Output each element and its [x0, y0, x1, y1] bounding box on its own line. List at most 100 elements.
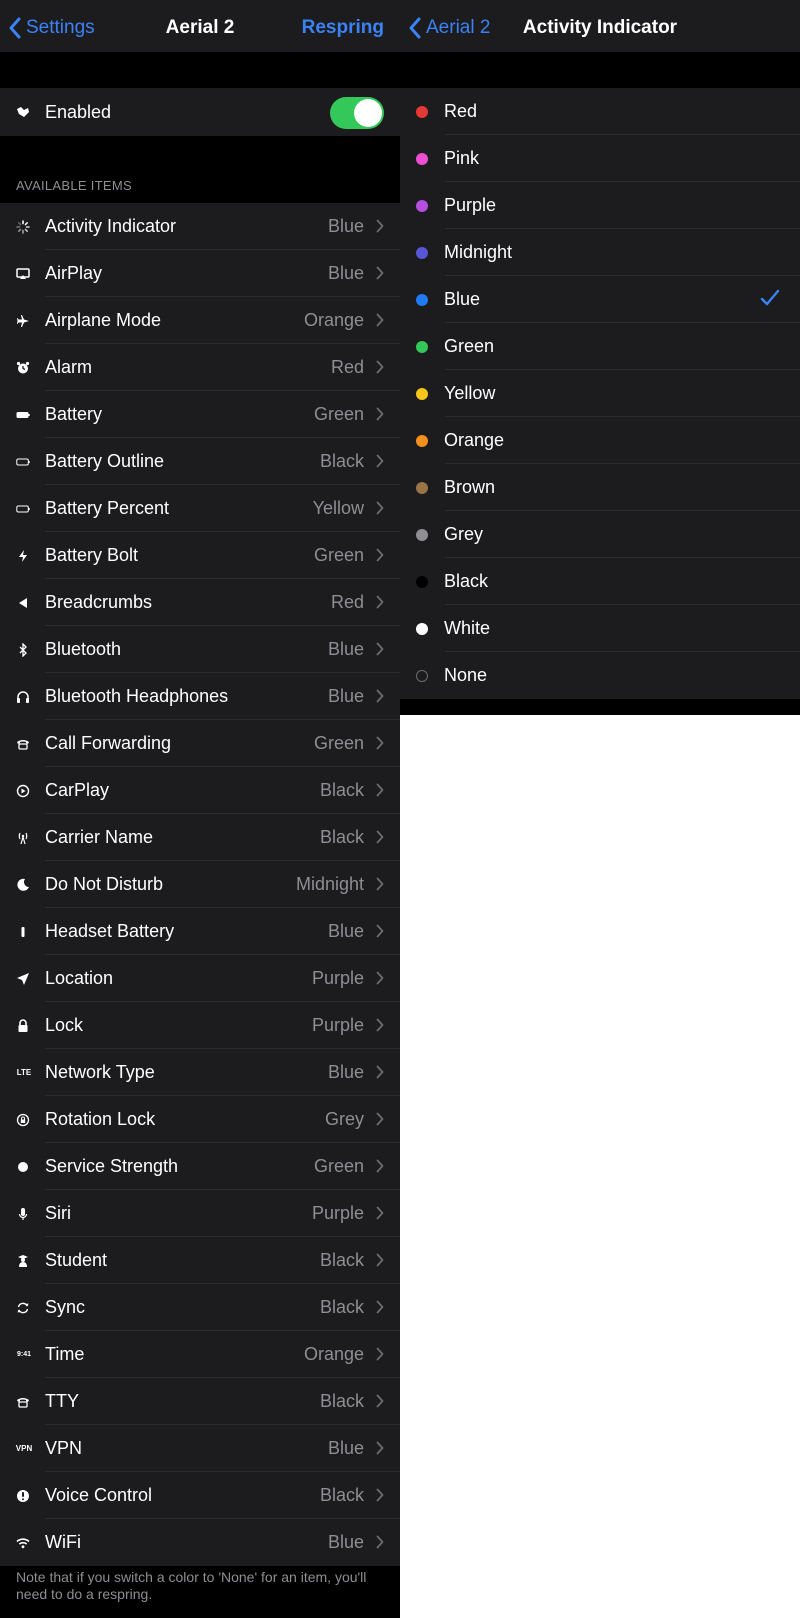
list-item[interactable]: Battery Outline Black	[0, 438, 400, 485]
footer-note: Note that if you switch a color to 'None…	[16, 1569, 367, 1602]
item-color-value: Blue	[327, 686, 364, 706]
color-option-red[interactable]: Red	[400, 88, 800, 135]
item-color-value: Grey	[324, 1109, 364, 1129]
item-label: Call Forwarding	[45, 733, 172, 753]
item-color-value: Green	[313, 545, 364, 565]
chevron-right-icon	[376, 266, 384, 285]
list-item[interactable]: WiFi Blue	[0, 1519, 400, 1566]
color-option-pink[interactable]: Pink	[400, 135, 800, 182]
list-item[interactable]: Bluetooth Headphones Blue	[0, 673, 400, 720]
color-swatch-icon	[416, 199, 428, 212]
item-color-value: Purple	[311, 1203, 364, 1223]
item-label: Service Strength	[45, 1156, 179, 1176]
color-label: Pink	[444, 148, 480, 168]
item-label: Battery Percent	[45, 498, 170, 518]
list-item[interactable]: Service Strength Green	[0, 1143, 400, 1190]
list-item[interactable]: Bluetooth Blue	[0, 626, 400, 673]
color-option-yellow[interactable]: Yellow	[400, 370, 800, 417]
item-label: Alarm	[45, 357, 93, 377]
item-label: Airplane Mode	[45, 310, 162, 330]
item-label: Sync	[45, 1297, 86, 1317]
list-item[interactable]: VPN VPN Blue	[0, 1425, 400, 1472]
enabled-label: Enabled	[45, 101, 112, 122]
list-item[interactable]: Breadcrumbs Red	[0, 579, 400, 626]
chevron-right-icon	[376, 783, 384, 802]
item-color-value: Blue	[327, 263, 364, 283]
battery-percent-icon	[16, 502, 30, 516]
list-item[interactable]: Call Forwarding Green	[0, 720, 400, 767]
color-swatch-icon	[416, 669, 428, 682]
checkmark-icon	[760, 289, 780, 312]
item-color-value: Orange	[303, 1344, 364, 1364]
chevron-right-icon	[376, 1065, 384, 1084]
item-label: TTY	[45, 1391, 79, 1411]
color-option-black[interactable]: Black	[400, 558, 800, 605]
list-item[interactable]: Headset Battery Blue	[0, 908, 400, 955]
item-label: Bluetooth	[45, 639, 122, 659]
item-label: Location	[45, 968, 114, 988]
item-color-value: Black	[319, 827, 364, 847]
color-option-purple[interactable]: Purple	[400, 182, 800, 229]
color-option-white[interactable]: White	[400, 605, 800, 652]
list-item[interactable]: Battery Bolt Green	[0, 532, 400, 579]
list-item[interactable]: Battery Green	[0, 391, 400, 438]
item-label: Time	[45, 1344, 85, 1364]
list-item[interactable]: Battery Percent Yellow	[0, 485, 400, 532]
list-item[interactable]: Airplane Mode Orange	[0, 297, 400, 344]
list-item[interactable]: Location Purple	[0, 955, 400, 1002]
color-option-blue[interactable]: Blue	[400, 276, 800, 323]
list-item[interactable]: Student Black	[0, 1237, 400, 1284]
item-color-value: Purple	[311, 968, 364, 988]
color-swatch-icon	[416, 293, 428, 306]
color-option-midnight[interactable]: Midnight	[400, 229, 800, 276]
color-option-green[interactable]: Green	[400, 323, 800, 370]
respring-button[interactable]: Respring	[302, 0, 384, 56]
carplay-icon	[16, 784, 30, 798]
list-item[interactable]: TTY Black	[0, 1378, 400, 1425]
chevron-right-icon	[376, 1441, 384, 1460]
item-color-value: Black	[319, 451, 364, 471]
headphones-icon	[16, 690, 30, 704]
color-picker-panel: Aerial 2 Activity Indicator Red Pink Purpl…	[400, 0, 800, 715]
item-label: AirPlay	[45, 263, 103, 283]
chevron-right-icon	[376, 1535, 384, 1554]
color-swatch-icon	[416, 575, 428, 588]
color-option-none[interactable]: None	[400, 652, 800, 699]
color-label: None	[444, 665, 488, 685]
time-icon: 9:41	[16, 1351, 31, 1358]
color-option-brown[interactable]: Brown	[400, 464, 800, 511]
chevron-right-icon	[376, 360, 384, 379]
item-color-value: Blue	[327, 216, 364, 236]
list-item[interactable]: Sync Black	[0, 1284, 400, 1331]
list-item[interactable]: Activity Indicator Blue	[0, 203, 400, 250]
list-item[interactable]: AirPlay Blue	[0, 250, 400, 297]
item-color-value: Black	[319, 1297, 364, 1317]
list-item[interactable]: 9:41 Time Orange	[0, 1331, 400, 1378]
color-option-grey[interactable]: Grey	[400, 511, 800, 558]
chevron-right-icon	[376, 313, 384, 332]
list-item[interactable]: CarPlay Black	[0, 767, 400, 814]
list-item[interactable]: Do Not Disturb Midnight	[0, 861, 400, 908]
list-item[interactable]: Alarm Red	[0, 344, 400, 391]
item-label: Battery Bolt	[45, 545, 139, 565]
list-item[interactable]: Lock Purple	[0, 1002, 400, 1049]
list-item[interactable]: Siri Purple	[0, 1190, 400, 1237]
color-swatch-icon	[416, 340, 428, 353]
item-color-value: Green	[313, 733, 364, 753]
color-option-orange[interactable]: Orange	[400, 417, 800, 464]
list-item[interactable]: Voice Control Black	[0, 1472, 400, 1519]
item-color-value: Orange	[303, 310, 364, 330]
chevron-right-icon	[376, 924, 384, 943]
enabled-toggle[interactable]	[330, 97, 384, 129]
list-item[interactable]: LTE Network Type Blue	[0, 1049, 400, 1096]
list-item[interactable]: Carrier Name Black	[0, 814, 400, 861]
alarm-icon	[16, 361, 30, 375]
list-item[interactable]: Rotation Lock Grey	[0, 1096, 400, 1143]
item-label: Student	[45, 1250, 108, 1270]
chevron-right-icon	[376, 595, 384, 614]
color-label: White	[444, 618, 491, 638]
chevron-right-icon	[376, 1394, 384, 1413]
item-label: Activity Indicator	[45, 216, 177, 236]
airplane-icon	[16, 314, 30, 328]
item-label: Breadcrumbs	[45, 592, 153, 612]
